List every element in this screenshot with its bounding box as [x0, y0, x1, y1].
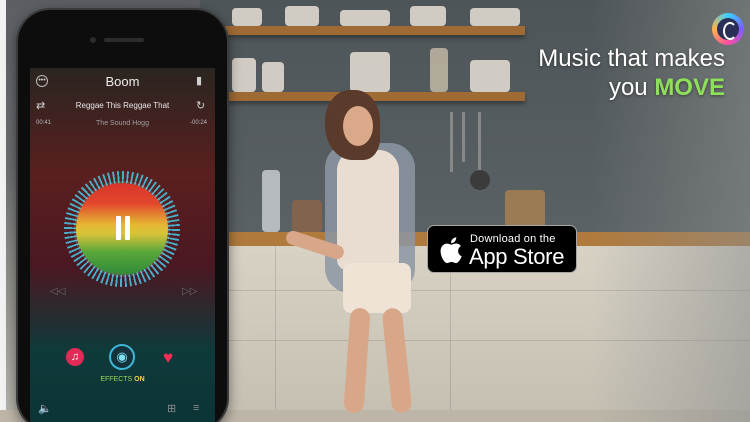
remaining-time: -00:24 — [189, 120, 207, 126]
player-top-bar: ••• Boom ▮ — [30, 72, 215, 90]
jar — [262, 62, 284, 92]
phone-mockup: ••• Boom ▮ ⇄ Reggae This Reggae That ↻ 0… — [18, 10, 227, 422]
spatula — [462, 112, 465, 162]
rewind-icon[interactable]: ◁◁ — [50, 286, 65, 297]
add-icon[interactable]: ⊞ — [167, 402, 176, 415]
player-screen: ••• Boom ▮ ⇄ Reggae This Reggae That ↻ 0… — [30, 68, 215, 422]
cabinet-seam — [275, 246, 276, 411]
heart-icon[interactable]: ♥ — [163, 348, 173, 368]
plates — [340, 10, 390, 26]
leg — [381, 307, 413, 414]
effects-state: ON — [134, 376, 145, 383]
song-title: Reggae This Reggae That — [75, 101, 170, 110]
kettle — [430, 48, 448, 92]
earpiece — [104, 38, 144, 42]
bowl-stack — [350, 52, 390, 92]
cup-stack — [232, 58, 256, 92]
logo-mark — [723, 22, 737, 40]
screen-title: Boom — [105, 74, 140, 89]
bowl — [232, 8, 262, 26]
headline-prefix: you — [608, 74, 655, 101]
artist-name: The Sound Hogg — [96, 120, 149, 127]
shorts — [343, 263, 411, 313]
bowl — [285, 6, 319, 26]
microphone-icon[interactable]: ◉ — [109, 344, 135, 370]
glass-bottle — [262, 170, 280, 232]
effects-label: EFFECTS — [100, 376, 133, 383]
apple-logo-icon — [440, 237, 462, 264]
app-logo-icon — [712, 13, 744, 45]
jars — [470, 60, 510, 92]
bag-icon[interactable]: ▮ — [196, 75, 202, 87]
music-note-icon[interactable]: ♫ — [66, 348, 84, 366]
app-store-badge[interactable]: Download on the App Store — [427, 225, 577, 273]
upper-shelf — [225, 26, 525, 35]
strainer — [470, 170, 490, 190]
queue-icon[interactable]: ≡ — [193, 402, 199, 414]
pause-icon[interactable] — [113, 216, 133, 240]
promo-banner: Music that makes you MOVE Download on th… — [0, 0, 750, 422]
fast-forward-icon[interactable]: ▷▷ — [182, 286, 197, 297]
pause-bar — [125, 216, 130, 240]
promo-headline: Music that makes you MOVE — [520, 44, 725, 102]
headline-line-2: you MOVE — [520, 73, 725, 102]
left-edge — [0, 0, 6, 422]
plates — [470, 8, 520, 26]
speaker-icon[interactable]: 🔈 — [38, 402, 52, 415]
top — [337, 150, 399, 270]
badge-big-text: App Store — [469, 244, 565, 269]
headline-line-1: Music that makes — [538, 45, 725, 72]
pause-bar — [116, 216, 121, 240]
repeat-icon[interactable]: ↻ — [196, 100, 205, 112]
headline-emphasis: MOVE — [654, 74, 725, 101]
leg — [343, 307, 371, 414]
face — [343, 106, 373, 146]
bowl — [410, 6, 446, 26]
effects-status: EFFECTS ON — [30, 376, 215, 383]
front-camera — [90, 37, 96, 43]
